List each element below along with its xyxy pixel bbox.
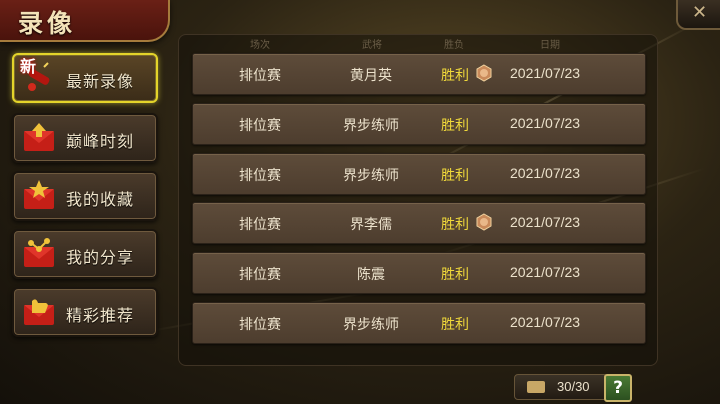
date-cell: 2021/07/23 [510,115,581,131]
date-cell: 2021/07/23 [510,214,581,230]
result-cell: 胜利 [441,118,469,134]
header-date: 日期 [540,40,560,51]
sidebar-item-my-shares[interactable]: 我的分享 [12,229,158,279]
film-icon [527,381,545,393]
result-cell: 胜利 [441,217,469,233]
sidebar-item-label: 巅峰时刻 [66,132,135,151]
red-envelope-share-icon [24,238,54,267]
table-row[interactable]: 排位赛 界步练师 胜利 2021/07/23 [192,103,646,145]
replay-count-text: 30/30 [557,379,590,394]
result-cell: 胜利 [441,168,469,184]
result-cell: 胜利 [441,267,469,283]
general-cell: 陈震 [357,267,385,283]
header-general: 武将 [362,40,382,51]
close-icon: ✕ [692,2,708,23]
result-cell: 胜利 [441,68,469,84]
replay-count: 30/30 [514,374,608,400]
table-row[interactable]: 排位赛 黄月英 胜利 2021/07/23 [192,53,646,95]
general-cell: 界李儒 [350,217,392,233]
general-cell: 界步练师 [343,118,399,134]
table-row[interactable]: 排位赛 界步练师 胜利 2021/07/23 [192,153,646,195]
sidebar-item-label: 我的收藏 [66,190,135,209]
page-title: 录像 [18,9,77,38]
result-cell: 胜利 [441,317,469,333]
header-mode: 场次 [250,40,270,51]
sidebar-item-my-favorites[interactable]: 我的收藏 [12,171,158,221]
help-button[interactable]: ? [604,374,632,402]
red-envelope-star-icon [24,180,54,209]
sidebar-item-label: 最新录像 [66,72,135,91]
table-row[interactable]: 排位赛 界李儒 胜利 2021/07/23 [192,202,646,244]
rank-badge-icon [476,64,492,82]
sidebar-item-label: 精彩推荐 [66,306,135,325]
header-result: 胜负 [444,40,464,51]
close-button[interactable]: ✕ [676,0,720,30]
table-row[interactable]: 排位赛 界步练师 胜利 2021/07/23 [192,302,646,344]
table-header: 场次 武将 胜负 日期 [178,33,656,51]
title-plate: 录像 [0,0,170,42]
red-envelope-thumbs-up-icon [24,299,54,325]
new-badge: 新 [20,57,37,76]
sidebar-item-featured[interactable]: 精彩推荐 [12,287,158,337]
red-envelope-up-arrow-icon [24,123,54,151]
sidebar-item-latest-replays[interactable]: 新 最新录像 [12,53,158,103]
rank-badge-icon [476,213,492,231]
date-cell: 2021/07/23 [510,65,581,81]
general-cell: 界步练师 [343,317,399,333]
sidebar-item-peak-moments[interactable]: 巅峰时刻 [12,113,158,163]
date-cell: 2021/07/23 [510,165,581,181]
general-cell: 黄月英 [350,68,392,84]
sidebar-item-label: 我的分享 [66,248,135,267]
date-cell: 2021/07/23 [510,314,581,330]
table-row[interactable]: 排位赛 陈震 胜利 2021/07/23 [192,252,646,294]
general-cell: 界步练师 [343,168,399,184]
date-cell: 2021/07/23 [510,264,581,280]
